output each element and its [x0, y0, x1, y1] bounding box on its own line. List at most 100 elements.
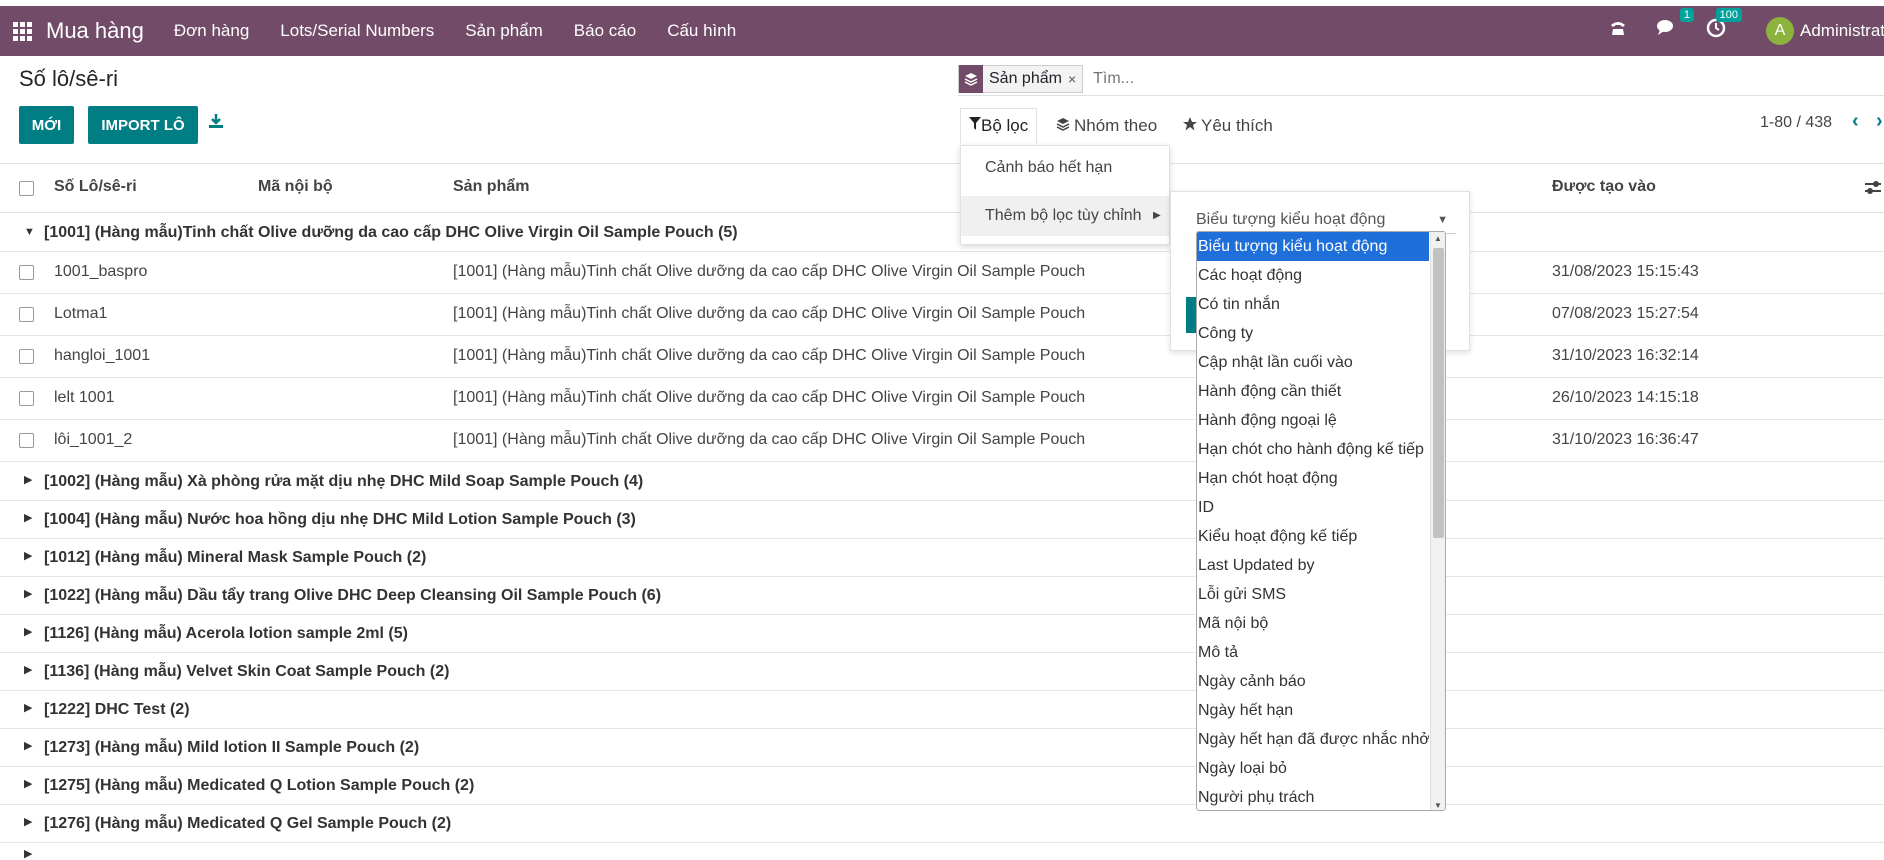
caret-right-icon: ▶: [1153, 210, 1161, 221]
caret-right-icon: ▶: [24, 512, 33, 524]
chat-icon[interactable]: 1: [1656, 8, 1694, 44]
layers-icon: [959, 64, 983, 93]
option-item[interactable]: Ngày hết hạn đã được nhắc nhở: [1197, 725, 1429, 754]
menu-orders[interactable]: Đơn hàng: [174, 21, 249, 41]
column-ref[interactable]: Mã nội bộ: [258, 178, 333, 196]
field-options-list[interactable]: Biểu tượng kiểu hoạt động Các hoạt động …: [1196, 231, 1446, 811]
option-item[interactable]: Mã nội bộ: [1197, 609, 1429, 638]
row-checkbox[interactable]: [19, 391, 34, 406]
table-row[interactable]: Lotma1 [1001] (Hàng mẫu)Tinh chất Olive …: [0, 294, 1884, 336]
row-created: 07/08/2023 15:27:54: [1552, 305, 1699, 322]
activity-badge: 100: [1715, 8, 1742, 22]
group-row[interactable]: ▶ [1222] DHC Test (2): [0, 691, 1884, 729]
table-row[interactable]: hangloi_1001 [1001] (Hàng mẫu)Tinh chất …: [0, 336, 1884, 378]
table-row[interactable]: lelt 1001 [1001] (Hàng mẫu)Tinh chất Oli…: [0, 378, 1884, 420]
caret-down-icon: ▼: [1437, 214, 1448, 226]
caret-right-icon: ▶: [24, 626, 33, 638]
menu-lots[interactable]: Lots/Serial Numbers: [280, 21, 434, 41]
add-custom-filter[interactable]: Thêm bộ lọc tùy chỉnh ▶: [961, 196, 1169, 236]
tab-filters[interactable]: Bộ lọc: [960, 108, 1038, 144]
group-row[interactable]: ▶ [1276] (Hàng mẫu) Medicated Q Gel Samp…: [0, 805, 1884, 843]
table-row[interactable]: 1001_baspro [1001] (Hàng mẫu)Tinh chất O…: [0, 252, 1884, 294]
select-all-checkbox[interactable]: [19, 181, 34, 196]
group-row[interactable]: ▶ [1002] (Hàng mẫu) Xà phòng rửa mặt dịu…: [0, 463, 1884, 501]
menu-products[interactable]: Sản phẩm: [465, 21, 543, 41]
row-checkbox[interactable]: [19, 307, 34, 322]
option-item[interactable]: Biểu tượng kiểu hoạt động: [1197, 232, 1429, 261]
scroll-up-icon[interactable]: ▲: [1434, 234, 1442, 243]
column-created[interactable]: Được tạo vào: [1552, 178, 1656, 196]
row-lot: lelt 1001: [54, 389, 115, 406]
row-created: 31/10/2023 16:36:47: [1552, 431, 1699, 448]
apps-menu-button[interactable]: [0, 6, 44, 56]
group-row[interactable]: ▶ [1273] (Hàng mẫu) Mild lotion II Sampl…: [0, 729, 1884, 767]
row-checkbox[interactable]: [19, 265, 34, 280]
table-row[interactable]: lôi_1001_2 [1001] (Hàng mẫu)Tinh chất Ol…: [0, 420, 1884, 462]
group-row[interactable]: ▶ [1136] (Hàng mẫu) Velvet Skin Coat Sam…: [0, 653, 1884, 691]
option-item[interactable]: Lỗi gửi SMS: [1197, 580, 1429, 609]
phone-icon[interactable]: [1608, 18, 1628, 44]
group-row[interactable]: ▶ [1022] (Hàng mẫu) Dầu tẩy trang Olive …: [0, 577, 1884, 615]
group-row[interactable]: ▶ [1275] (Hàng mẫu) Medicated Q Lotion S…: [0, 767, 1884, 805]
row-product: [1001] (Hàng mẫu)Tinh chất Olive dưỡng d…: [453, 305, 1086, 322]
filter-expiry-alert[interactable]: Cảnh báo hết hạn: [985, 159, 1112, 177]
option-item[interactable]: Cập nhật lần cuối vào: [1197, 348, 1429, 377]
avatar[interactable]: A: [1766, 17, 1794, 45]
group-row[interactable]: ▶ [1126] (Hàng mẫu) Acerola lotion sampl…: [0, 615, 1884, 653]
tab-favorites[interactable]: Yêu thích: [1183, 108, 1273, 144]
tab-group-by[interactable]: Nhóm theo: [1056, 108, 1157, 144]
option-item[interactable]: ID: [1197, 493, 1429, 522]
column-settings-icon[interactable]: [1864, 179, 1882, 202]
column-lot[interactable]: Số Lô/sê-ri: [54, 178, 137, 196]
column-product[interactable]: Sản phẩm: [453, 178, 529, 196]
pager-value[interactable]: 1-80 / 438: [1760, 114, 1832, 132]
row-created: 26/10/2023 14:15:18: [1552, 389, 1699, 406]
apps-grid-icon: [12, 21, 32, 41]
scrollbar-thumb[interactable]: [1433, 248, 1444, 538]
option-item[interactable]: Ngày loại bỏ: [1197, 754, 1429, 783]
option-item[interactable]: Mô tả: [1197, 638, 1429, 667]
pager-next-icon[interactable]: ›: [1876, 110, 1883, 133]
group-row[interactable]: ▶ [1004] (Hàng mẫu) Nước hoa hồng dịu nh…: [0, 501, 1884, 539]
search-bar: Sản phẩm ×: [958, 62, 1884, 96]
option-item[interactable]: Các hoạt động: [1197, 261, 1429, 290]
download-icon[interactable]: [208, 113, 224, 134]
group-label: [1002] (Hàng mẫu) Xà phòng rửa mặt dịu n…: [44, 473, 644, 490]
group-row[interactable]: ▼ [1001] (Hàng mẫu)Tinh chất Olive dưỡng…: [0, 214, 1884, 252]
row-checkbox[interactable]: [19, 433, 34, 448]
row-lot: hangloi_1001: [54, 347, 151, 364]
option-item[interactable]: Kiểu hoạt động kế tiếp: [1197, 522, 1429, 551]
scroll-down-icon[interactable]: ▼: [1434, 801, 1442, 810]
user-name[interactable]: Administrator: [1800, 21, 1884, 41]
row-checkbox[interactable]: [19, 349, 34, 364]
field-select[interactable]: Biểu tượng kiểu hoạt động ▼: [1196, 206, 1456, 234]
menu-config[interactable]: Cấu hình: [667, 21, 736, 41]
caret-right-icon: ▶: [24, 702, 33, 714]
app-brand[interactable]: Mua hàng: [46, 18, 144, 44]
pager-prev-icon[interactable]: ‹: [1852, 110, 1859, 133]
group-label: [1022] (Hàng mẫu) Dầu tẩy trang Olive DH…: [44, 587, 662, 604]
option-item[interactable]: Ngày hết hạn: [1197, 696, 1429, 725]
option-item[interactable]: Last Updated by: [1197, 551, 1429, 580]
search-input[interactable]: [1091, 68, 1592, 89]
row-created: 31/10/2023 16:32:14: [1552, 347, 1699, 364]
import-lot-button[interactable]: IMPORT LÔ: [88, 106, 198, 144]
chat-badge: 1: [1679, 8, 1694, 22]
listbox-scrollbar[interactable]: ▲ ▼: [1430, 232, 1445, 810]
caret-right-icon: ▶: [24, 848, 33, 860]
option-item[interactable]: Có tin nhắn: [1197, 290, 1429, 319]
option-item[interactable]: Người phụ trách: [1197, 783, 1429, 810]
facet-remove-button[interactable]: ×: [1068, 71, 1082, 87]
page-title: Số lô/sê-ri: [19, 66, 119, 91]
group-row[interactable]: ▶: [0, 843, 1884, 860]
group-row[interactable]: ▶ [1012] (Hàng mẫu) Mineral Mask Sample …: [0, 539, 1884, 577]
option-item[interactable]: Hành động cần thiết: [1197, 377, 1429, 406]
option-item[interactable]: Hạn chót hoạt động: [1197, 464, 1429, 493]
option-item[interactable]: Hành động ngoại lệ: [1197, 406, 1429, 435]
clock-icon[interactable]: 100: [1706, 8, 1742, 44]
option-item[interactable]: Ngày cảnh báo: [1197, 667, 1429, 696]
option-item[interactable]: Công ty: [1197, 319, 1429, 348]
new-button[interactable]: MỚI: [19, 106, 74, 144]
option-item[interactable]: Hạn chót cho hành động kế tiếp: [1197, 435, 1429, 464]
menu-reports[interactable]: Báo cáo: [574, 21, 636, 41]
